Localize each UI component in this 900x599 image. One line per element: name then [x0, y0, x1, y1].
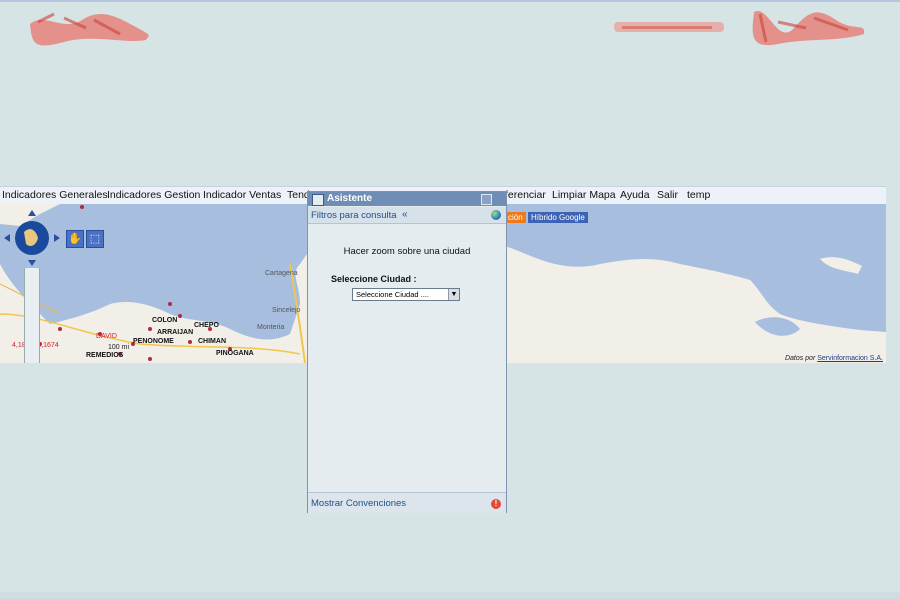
city-select-value: Seleccione Ciudad .... — [356, 290, 429, 299]
menu-limpiar-mapa[interactable]: Limpiar Mapa — [552, 189, 616, 201]
window-icon — [312, 194, 324, 206]
pan-west-icon[interactable] — [4, 234, 10, 242]
header-user-info — [614, 22, 724, 32]
logo-left — [30, 12, 149, 46]
select-tool-icon[interactable]: ⬚ — [86, 230, 104, 248]
dialog-title: Asistente — [327, 193, 373, 204]
menu-diferenciar[interactable]: ferenciar — [505, 189, 546, 201]
assistant-dialog: Asistente Filtros para consulta « Hacer … — [307, 191, 507, 513]
chevron-down-icon[interactable]: ▼ — [448, 289, 459, 300]
menu-temp[interactable]: temp — [687, 189, 710, 201]
alert-icon[interactable]: ! — [491, 499, 501, 509]
filters-section-header: Filtros para consulta « — [308, 207, 506, 224]
credit-link[interactable]: Servinformacion S.A. — [817, 355, 883, 362]
city-label: COLON — [152, 317, 178, 324]
zoom-slider[interactable] — [24, 268, 40, 363]
map-type-button[interactable]: ción — [505, 212, 526, 223]
menu-salir[interactable]: Salir — [657, 189, 678, 201]
scale-bar-label: 100 mi — [108, 344, 130, 351]
conventions-footer: Mostrar Convenciones ! — [308, 492, 506, 513]
menu-indicadores-gestion[interactable]: Indicadores Gestion — [107, 189, 200, 201]
menu-indicadores-generales[interactable]: Indicadores Generales — [2, 189, 108, 201]
pan-east-icon[interactable] — [54, 234, 60, 242]
city-label: Sincelejo — [272, 307, 301, 314]
zoom-heading: Hacer zoom sobre una ciudad — [343, 246, 471, 257]
minimize-icon[interactable] — [481, 194, 492, 205]
credit-prefix: Datos por — [784, 355, 816, 362]
menu-indicador-ventas[interactable]: Indicador Ventas — [203, 189, 281, 201]
hybrid-google-button[interactable]: Híbrido Google — [528, 212, 588, 223]
city-label: Cartagena — [265, 270, 298, 277]
pan-control[interactable] — [2, 208, 68, 268]
menu-ayuda[interactable]: Ayuda — [620, 189, 650, 201]
city-label: PINOGANA — [216, 350, 254, 357]
city-label: Monteria — [257, 324, 285, 331]
filters-label: Filtros para consulta — [311, 210, 397, 221]
map-credit: Datos por Servinformacion S.A. — [785, 355, 883, 362]
status-bar — [0, 592, 900, 599]
city-label: REMEDIOS — [86, 352, 124, 359]
city-label: ARRAIJAN — [157, 329, 194, 336]
logo-right — [752, 10, 865, 46]
city-select[interactable]: Seleccione Ciudad .... ▼ — [352, 288, 460, 301]
pan-north-icon[interactable] — [28, 210, 36, 216]
pan-south-icon[interactable] — [28, 260, 36, 266]
city-label: CHIMAN — [198, 338, 226, 345]
globe-icon[interactable] — [491, 210, 501, 220]
scale-bar-top: DAVID — [96, 333, 117, 340]
city-label: PENONOME — [133, 338, 174, 345]
collapse-icon[interactable]: « — [402, 209, 408, 220]
dialog-title-bar[interactable]: Asistente — [308, 192, 506, 206]
show-conventions-link[interactable]: Mostrar Convenciones — [311, 498, 406, 509]
city-select-label: Seleccione Ciudad : — [331, 274, 417, 284]
dialog-body: Hacer zoom sobre una ciudad Seleccione C… — [308, 224, 506, 492]
hand-tool-icon[interactable]: ✋ — [66, 230, 84, 248]
city-label: CHEPO — [194, 322, 219, 329]
